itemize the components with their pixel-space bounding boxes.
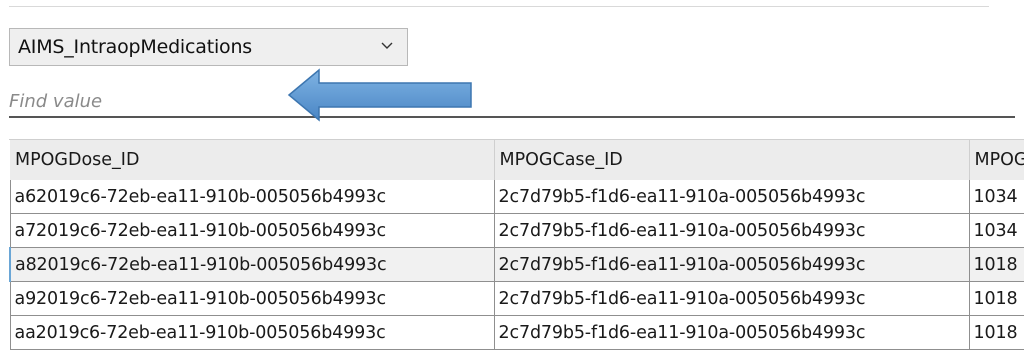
cell-case-id[interactable]: 2c7d79b5-f1d6-ea11-910a-005056b4993c xyxy=(494,315,970,350)
table-row[interactable]: a72019c6-72eb-ea11-910b-005056b4993c 2c7… xyxy=(9,213,1024,248)
cell-dose-id[interactable]: a72019c6-72eb-ea11-910b-005056b4993c xyxy=(9,213,495,248)
cell-patient-id[interactable]: 1018 xyxy=(969,247,1024,282)
cell-patient-id[interactable]: 1034 xyxy=(969,213,1024,248)
cell-patient-id[interactable]: 1018 xyxy=(969,281,1024,316)
data-viewer-window: AIMS_IntraopMedications MPOGDose_ID MPOG… xyxy=(0,0,1024,358)
cell-patient-id[interactable]: 1018 xyxy=(969,315,1024,350)
data-grid-container[interactable]: MPOGDose_ID MPOGCase_ID MPOGPatient_ID a… xyxy=(9,139,1024,358)
column-header-mpogcase-id[interactable]: MPOGCase_ID xyxy=(494,140,970,180)
cell-case-id[interactable]: 2c7d79b5-f1d6-ea11-910a-005056b4993c xyxy=(494,213,970,248)
cell-case-id[interactable]: 2c7d79b5-f1d6-ea11-910a-005056b4993c xyxy=(494,281,970,316)
column-header-mpogdose-id[interactable]: MPOGDose_ID xyxy=(10,140,495,180)
cell-case-id[interactable]: 2c7d79b5-f1d6-ea11-910a-005056b4993c xyxy=(494,180,970,214)
header-row: MPOGDose_ID MPOGCase_ID MPOGPatient_ID xyxy=(10,140,1024,180)
cell-patient-id[interactable]: 1034 xyxy=(969,180,1024,214)
left-arrow-icon xyxy=(287,68,472,122)
table-selector-dropdown[interactable]: AIMS_IntraopMedications xyxy=(9,28,408,66)
cell-dose-id[interactable]: a62019c6-72eb-ea11-910b-005056b4993c xyxy=(9,180,495,214)
column-header-mpogpatient-id[interactable]: MPOGPatient_ID xyxy=(969,140,1024,180)
chevron-down-icon[interactable] xyxy=(379,38,395,54)
cell-dose-id[interactable]: a92019c6-72eb-ea11-910b-005056b4993c xyxy=(9,281,495,316)
table-row[interactable]: a62019c6-72eb-ea11-910b-005056b4993c 2c7… xyxy=(9,180,1024,214)
top-divider xyxy=(9,6,989,7)
table-selector-value: AIMS_IntraopMedications xyxy=(18,36,252,58)
cell-case-id[interactable]: 2c7d79b5-f1d6-ea11-910a-005056b4993c xyxy=(494,247,970,282)
table-row[interactable]: a92019c6-72eb-ea11-910b-005056b4993c 2c7… xyxy=(9,281,1024,316)
cell-dose-id[interactable]: a82019c6-72eb-ea11-910b-005056b4993c xyxy=(9,247,495,282)
cell-dose-id[interactable]: aa2019c6-72eb-ea11-910b-005056b4993c xyxy=(9,315,495,350)
find-value-input[interactable] xyxy=(9,88,1015,118)
data-grid: MPOGDose_ID MPOGCase_ID MPOGPatient_ID a… xyxy=(9,140,1024,350)
table-row[interactable]: aa2019c6-72eb-ea11-910b-005056b4993c 2c7… xyxy=(9,315,1024,350)
table-row-selected[interactable]: a82019c6-72eb-ea11-910b-005056b4993c 2c7… xyxy=(9,247,1024,282)
